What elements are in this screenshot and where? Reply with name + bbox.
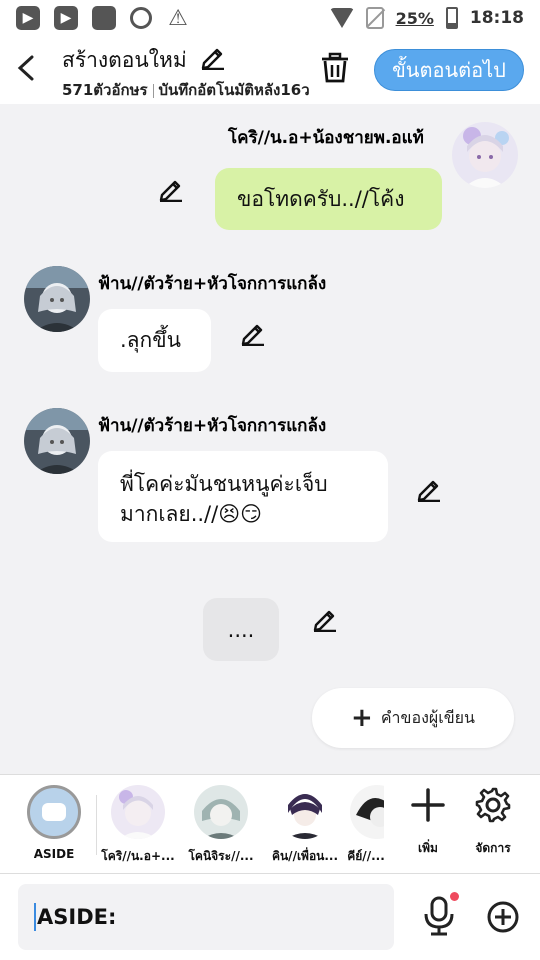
- character-item[interactable]: โคริ//น.อ+...: [98, 785, 178, 866]
- character-label: คิน//เพื่อน...: [271, 849, 339, 863]
- edit-message-button[interactable]: [240, 320, 266, 347]
- character-avatar-image: [278, 785, 332, 839]
- next-step-button[interactable]: ขั้นตอนต่อไป: [374, 49, 524, 91]
- divider: [96, 795, 97, 855]
- message-author-name: ฟ้าน//ตัวร้าย+หัวโจกการแกล้ง: [98, 274, 327, 294]
- message-input[interactable]: ASIDE:: [18, 884, 394, 950]
- character-avatar-image: [24, 266, 90, 332]
- text-caret: [34, 903, 36, 931]
- composer: ASIDE:: [0, 874, 540, 960]
- message-text-line: พี่โคค่ะมันชนหนูค่ะเจ็บ: [120, 472, 328, 496]
- message-bubble[interactable]: .ลุกขึ้น: [98, 309, 211, 372]
- plus-icon: +: [351, 703, 373, 733]
- character-label: คีย์//...: [347, 849, 384, 863]
- app-square-icon: [92, 6, 116, 30]
- character-avatar-image: [350, 785, 384, 839]
- emoji: 😣: [218, 502, 241, 526]
- pencil-icon: [241, 324, 264, 347]
- character-avatar-image: [452, 122, 518, 188]
- battery-percent: 25%: [395, 8, 434, 28]
- character-item[interactable]: โคนิจิระ//...: [181, 785, 261, 866]
- trash-icon: [322, 52, 348, 83]
- battery-icon: [445, 7, 458, 29]
- character-aside[interactable]: ASIDE: [14, 785, 94, 861]
- warning-icon: ⚠: [168, 5, 188, 31]
- author-note-button[interactable]: + คำของผู้เขียน: [312, 688, 514, 748]
- app-notification-icon: ▶: [16, 6, 40, 30]
- message-author-name: ฟ้าน//ตัวร้าย+หัวโจกการแกล้ง: [98, 416, 327, 436]
- avatar: [350, 785, 384, 839]
- separator: [152, 83, 154, 98]
- voice-input-button[interactable]: [422, 896, 456, 936]
- character-item[interactable]: คีย์//...: [344, 785, 384, 866]
- gear-icon: [473, 785, 513, 825]
- no-sim-icon: [365, 7, 384, 29]
- character-label: โคนิจิระ//...: [188, 849, 254, 863]
- clock: 18:18: [469, 8, 524, 28]
- message-text-line: มากเลย..//😣😏: [120, 499, 262, 529]
- emoji: 😏: [240, 502, 263, 526]
- page-title: สร้างตอนใหม่: [62, 48, 187, 72]
- chevron-left-icon: [17, 55, 34, 81]
- delete-button[interactable]: [320, 52, 350, 84]
- edit-title-button[interactable]: [200, 44, 226, 76]
- character-item[interactable]: คิน//เพื่อน...: [265, 785, 345, 866]
- character-selector: ASIDE โคริ//น.อ+... โคนิจิระ//... คิน//เ…: [0, 774, 540, 874]
- add-label: เพิ่ม: [418, 841, 438, 855]
- youtube-icon: ▶: [54, 6, 78, 30]
- character-label: โคริ//น.อ+...: [101, 849, 175, 863]
- character-avatar-image: [111, 785, 165, 839]
- character-avatar-image: [24, 408, 90, 474]
- message-bubble[interactable]: พี่โคค่ะมันชนหนูค่ะเจ็บ มากเลย..//😣😏: [98, 451, 388, 542]
- manage-label: จัดการ: [475, 841, 511, 855]
- avatar[interactable]: [24, 408, 90, 474]
- manage-characters-button[interactable]: จัดการ: [461, 785, 525, 858]
- plus-circle-icon: [487, 901, 519, 933]
- message-input-value: ASIDE:: [37, 905, 117, 929]
- edit-message-button[interactable]: [312, 606, 338, 633]
- chat-bubble-icon: [27, 785, 81, 839]
- microphone-icon: [424, 896, 454, 936]
- message-author-name: โคริ//น.อ+น้องชายพ.อแท้: [228, 128, 424, 148]
- status-bar: ▶ ▶ ⚠ 25% 18:18: [0, 0, 540, 36]
- char-count: 571ตัวอักษร: [62, 81, 148, 99]
- plus-icon: [408, 785, 448, 825]
- avatar[interactable]: [24, 266, 90, 332]
- chrome-icon: [130, 7, 152, 29]
- author-note-label: คำของผู้เขียน: [380, 707, 475, 727]
- avatar: [111, 785, 165, 839]
- notification-dot: [450, 892, 459, 901]
- wifi-icon: [329, 8, 354, 28]
- editor-header: สร้างตอนใหม่ 571ตัวอักษร บันทึกอัตโนมัติห…: [0, 36, 540, 104]
- avatar: [194, 785, 248, 839]
- pencil-icon: [313, 610, 336, 633]
- pencil-icon: [201, 48, 224, 71]
- message-text: มากเลย..//: [120, 502, 219, 526]
- character-avatar-image: [194, 785, 248, 839]
- avatar[interactable]: [452, 122, 518, 188]
- pencil-icon: [417, 480, 440, 503]
- back-button[interactable]: [12, 52, 40, 84]
- edit-message-button[interactable]: [416, 476, 442, 503]
- edit-message-button[interactable]: [158, 176, 184, 203]
- autosave-info: บันทึกอัตโนมัติหลัง16ว: [158, 81, 310, 99]
- add-character-button[interactable]: เพิ่ม: [396, 785, 460, 858]
- avatar: [278, 785, 332, 839]
- narration-bubble[interactable]: ....: [203, 598, 279, 661]
- add-attachment-button[interactable]: [486, 900, 520, 934]
- save-status: 571ตัวอักษร บันทึกอัตโนมัติหลัง16ว: [62, 78, 310, 102]
- message-bubble[interactable]: ขอโทดครับ..//โค้ง: [215, 168, 442, 230]
- character-label: ASIDE: [33, 847, 75, 861]
- pencil-icon: [159, 180, 182, 203]
